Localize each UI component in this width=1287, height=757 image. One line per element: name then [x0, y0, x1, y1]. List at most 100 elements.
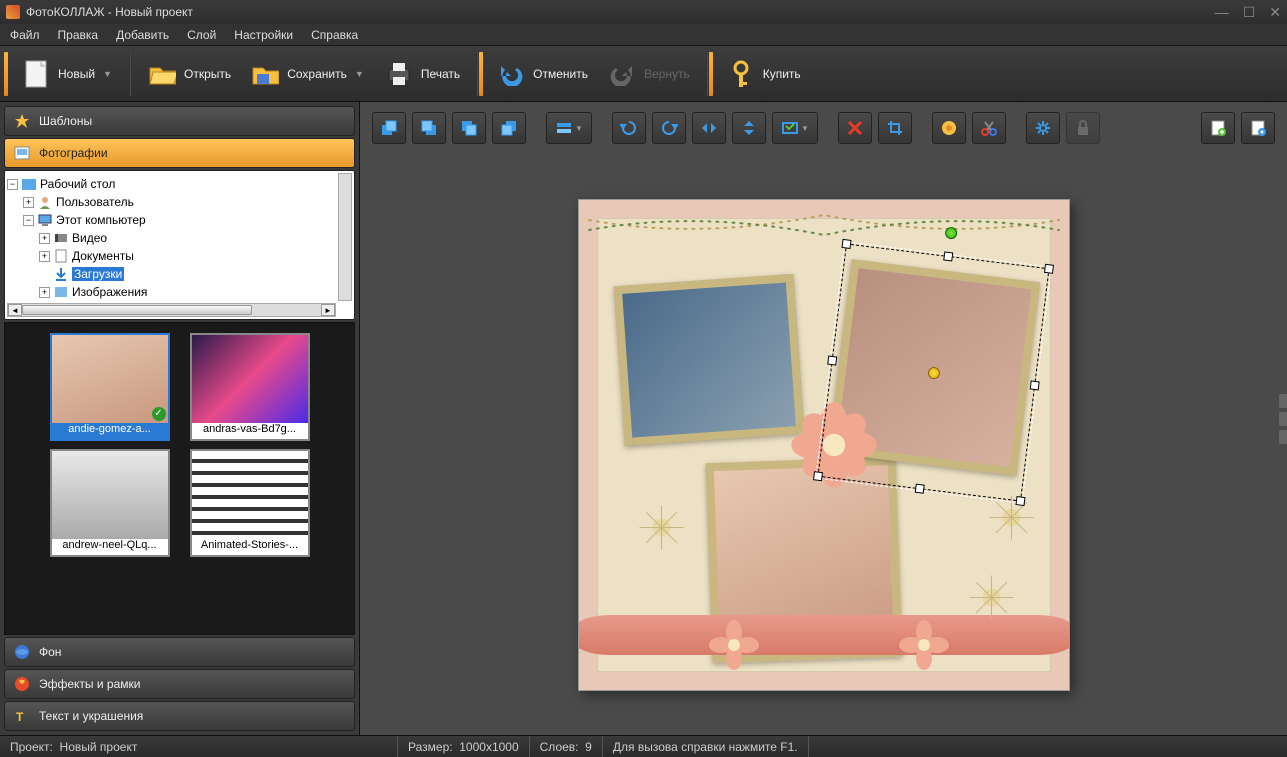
save-button[interactable]: Сохранить ▼: [243, 56, 373, 92]
expand-icon[interactable]: +: [39, 287, 50, 298]
accordion-background[interactable]: Фон: [4, 637, 355, 667]
expand-icon[interactable]: −: [23, 215, 34, 226]
tree-row-video[interactable]: + Видео: [7, 229, 352, 247]
canvas-workspace[interactable]: [360, 154, 1287, 735]
scroll-thumb[interactable]: [22, 305, 252, 315]
side-tab[interactable]: [1279, 430, 1287, 444]
resize-handle[interactable]: [942, 251, 952, 261]
delete-button[interactable]: [838, 112, 872, 144]
scroll-right-icon[interactable]: ►: [321, 304, 335, 316]
redo-button[interactable]: Вернуть: [600, 56, 698, 92]
app-icon: [6, 5, 20, 19]
menu-settings[interactable]: Настройки: [234, 28, 293, 42]
menu-edit[interactable]: Правка: [58, 28, 99, 42]
tree-row-desktop[interactable]: − Рабочий стол: [7, 175, 352, 193]
resize-handle[interactable]: [1015, 496, 1025, 506]
accordion-templates[interactable]: Шаблоны: [4, 106, 355, 136]
expand-icon[interactable]: +: [39, 233, 50, 244]
rotate-left-button[interactable]: [612, 112, 646, 144]
bring-forward-button[interactable]: [412, 112, 446, 144]
accordion-photos[interactable]: Фотографии: [4, 138, 355, 168]
canvas-toolbar: ▼ ▼: [368, 108, 1279, 148]
tree-row-downloads[interactable]: Загрузки: [7, 265, 352, 283]
left-panel: Шаблоны Фотографии − Рабочий стол + Поль…: [0, 102, 360, 735]
expand-icon[interactable]: +: [23, 197, 34, 208]
flip-horizontal-button[interactable]: [692, 112, 726, 144]
undo-button[interactable]: Отменить: [489, 56, 596, 92]
fit-button[interactable]: ▼: [772, 112, 818, 144]
dropdown-icon: ▼: [355, 69, 365, 79]
folder-tree[interactable]: − Рабочий стол + Пользователь − Этот ком…: [4, 170, 355, 320]
settings-button[interactable]: [1026, 112, 1060, 144]
page-settings-button[interactable]: [1241, 112, 1275, 144]
crop-button[interactable]: [878, 112, 912, 144]
flip-vertical-button[interactable]: [732, 112, 766, 144]
main-toolbar: Новый ▼ Открыть Сохранить ▼ Печать Отмен…: [0, 46, 1287, 102]
resize-handle[interactable]: [812, 471, 822, 481]
tree-row-images[interactable]: + Изображения: [7, 283, 352, 301]
tree-row-computer[interactable]: − Этот компьютер: [7, 211, 352, 229]
send-back-button[interactable]: [492, 112, 526, 144]
download-icon: [53, 267, 69, 281]
send-backward-button[interactable]: [452, 112, 486, 144]
status-project: Проект: Новый проект: [0, 736, 398, 757]
collage-photo-1[interactable]: [613, 273, 804, 445]
selection-box[interactable]: [817, 243, 1049, 501]
side-tab[interactable]: [1279, 394, 1287, 408]
right-side-tabs[interactable]: [1279, 390, 1287, 448]
check-icon: ✓: [152, 407, 166, 421]
redo-icon: [608, 60, 636, 88]
expand-icon[interactable]: +: [39, 251, 50, 262]
rotate-handle[interactable]: [943, 226, 956, 239]
accordion-label: Шаблоны: [39, 114, 92, 128]
thumbnail-item[interactable]: andrew-neel-QLq...: [50, 449, 170, 557]
new-button[interactable]: Новый ▼: [14, 56, 121, 92]
resize-handle[interactable]: [1029, 379, 1039, 389]
tree-horizontal-scrollbar[interactable]: ◄ ►: [7, 303, 336, 317]
add-page-button[interactable]: [1201, 112, 1235, 144]
redo-label: Вернуть: [644, 67, 690, 81]
expand-icon[interactable]: −: [7, 179, 18, 190]
open-button[interactable]: Открыть: [140, 56, 239, 92]
lock-button[interactable]: [1066, 112, 1100, 144]
collage-page[interactable]: [579, 200, 1069, 690]
tree-vertical-scrollbar[interactable]: [338, 173, 352, 301]
thumbnail-item[interactable]: ✓ andie-gomez-a...: [50, 333, 170, 441]
menu-layer[interactable]: Слой: [187, 28, 216, 42]
cut-button[interactable]: [972, 112, 1006, 144]
new-file-icon: [22, 60, 50, 88]
menu-help[interactable]: Справка: [311, 28, 358, 42]
menu-add[interactable]: Добавить: [116, 28, 169, 42]
thumbnail-item[interactable]: Animated-Stories-...: [190, 449, 310, 557]
accordion-effects[interactable]: Эффекты и рамки: [4, 669, 355, 699]
menu-file[interactable]: Файл: [10, 28, 40, 42]
print-button[interactable]: Печать: [377, 56, 468, 92]
align-button[interactable]: ▼: [546, 112, 592, 144]
bring-front-button[interactable]: [372, 112, 406, 144]
effects-button[interactable]: [932, 112, 966, 144]
rotate-right-button[interactable]: [652, 112, 686, 144]
open-label: Открыть: [184, 67, 231, 81]
accordion-label: Фотографии: [39, 146, 108, 160]
buy-button[interactable]: Купить: [719, 56, 809, 92]
save-icon: [251, 60, 279, 88]
side-tab[interactable]: [1279, 412, 1287, 426]
document-icon: [53, 249, 69, 263]
resize-handle[interactable]: [827, 355, 837, 365]
thumbnail-item[interactable]: andras-vas-Bd7g...: [190, 333, 310, 441]
close-button[interactable]: ✕: [1269, 4, 1281, 21]
tree-row-documents[interactable]: + Документы: [7, 247, 352, 265]
minimize-button[interactable]: —: [1215, 4, 1229, 21]
new-label: Новый: [58, 67, 95, 81]
resize-handle[interactable]: [841, 238, 851, 248]
maximize-button[interactable]: ☐: [1243, 4, 1256, 21]
resize-handle[interactable]: [1043, 263, 1053, 273]
center-handle[interactable]: [926, 365, 939, 378]
accordion-text[interactable]: T Текст и украшения: [4, 701, 355, 731]
scroll-left-icon[interactable]: ◄: [8, 304, 22, 316]
folder-icon: [21, 177, 37, 191]
tree-row-user[interactable]: + Пользователь: [7, 193, 352, 211]
folder-open-icon: [148, 60, 176, 88]
resize-handle[interactable]: [914, 483, 924, 493]
accordion-label: Эффекты и рамки: [39, 677, 140, 691]
